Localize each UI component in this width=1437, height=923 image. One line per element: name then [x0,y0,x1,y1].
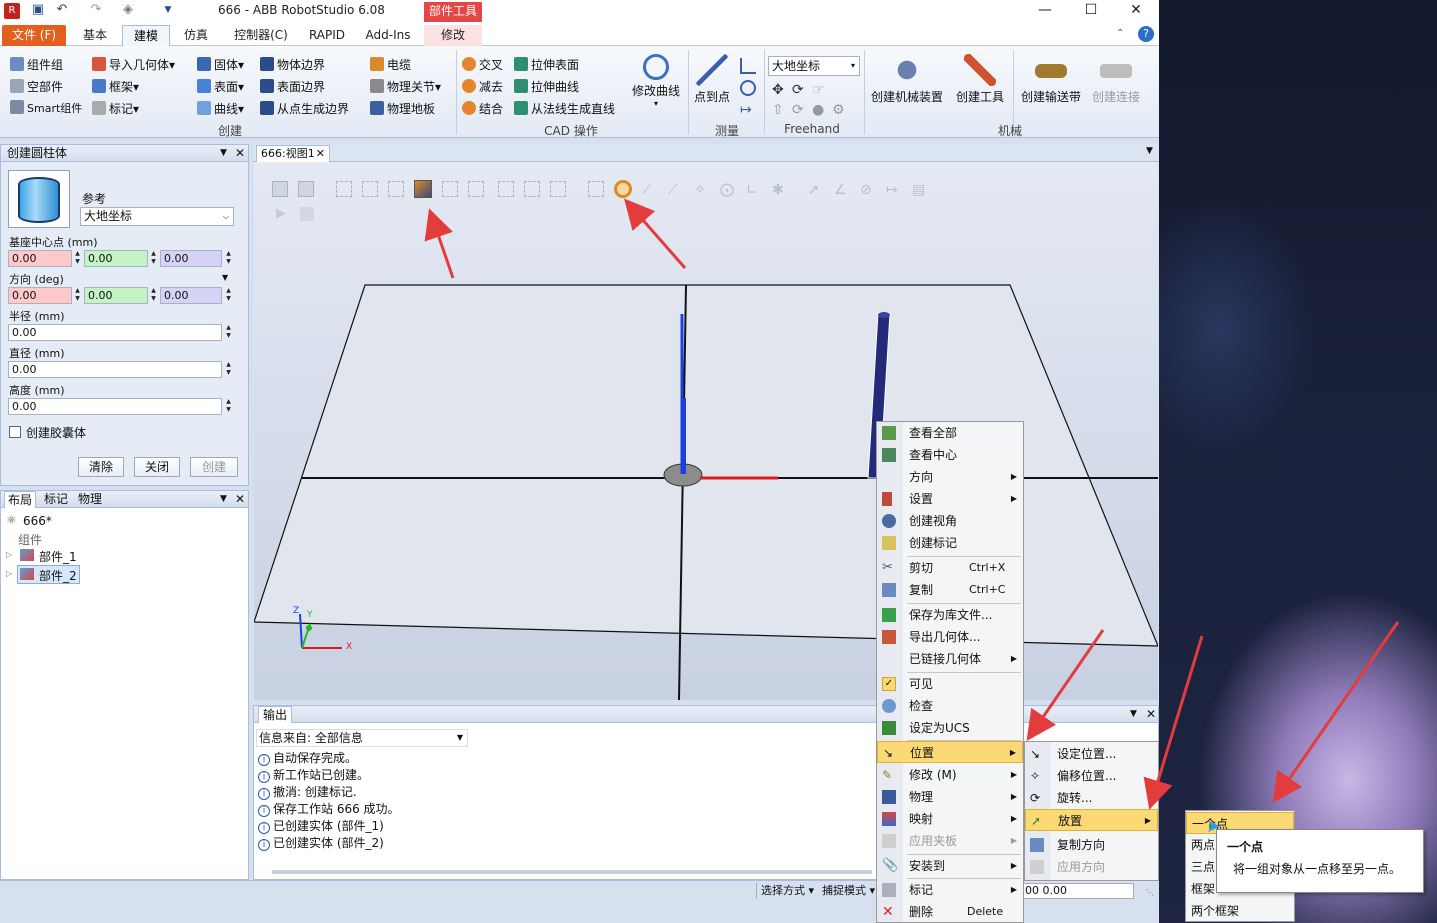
red-arrow [624,198,687,269]
annotation-arrows [424,198,1400,810]
red-arrow [1026,629,1105,741]
red-arrow [1143,635,1204,810]
red-arrow [1272,621,1400,803]
red-arrow [424,208,455,279]
